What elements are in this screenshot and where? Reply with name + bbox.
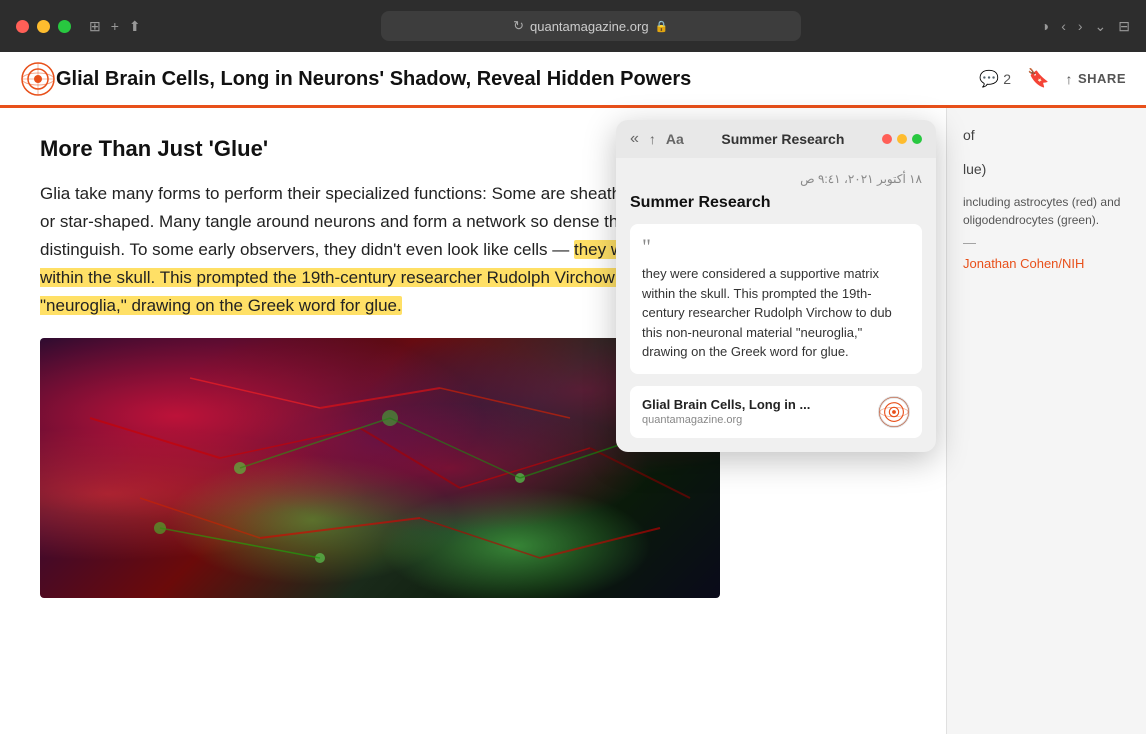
lock-icon: 🔒: [655, 20, 669, 33]
comment-badge[interactable]: 💬 2: [979, 69, 1011, 89]
close-button[interactable]: [16, 20, 29, 33]
popup-note-title: Summer Research: [630, 194, 922, 212]
right-panel: of lue) including astrocytes (red) and o…: [946, 108, 1146, 734]
quote-text: they were considered a supportive matrix…: [642, 264, 910, 362]
header-actions: 💬 2 🔖 ↑ SHARE: [979, 68, 1126, 89]
reading-list-popup: « ↑ Aa Summer Research ١٨ أكتوبر ٢٠٢١، ٩…: [616, 120, 936, 452]
privacy-icon[interactable]: ◑: [1041, 18, 1049, 34]
back-icon[interactable]: ‹: [1061, 18, 1066, 34]
forward-icon[interactable]: ›: [1078, 18, 1083, 34]
address-bar[interactable]: ↻ quantamagazine.org 🔒: [381, 11, 801, 41]
popup-source-url: quantamagazine.org: [642, 414, 868, 426]
popup-quote-card: " they were considered a supportive matr…: [630, 224, 922, 374]
share-button[interactable]: ↑ SHARE: [1065, 71, 1126, 87]
browser-nav-icons: ⊞ + ⬆: [89, 18, 141, 35]
popup-source-logo: [878, 396, 910, 428]
article-title: Glial Brain Cells, Long in Neurons' Shad…: [56, 67, 963, 91]
site-logo[interactable]: [20, 61, 56, 97]
tabs-icon[interactable]: ⊟: [1118, 18, 1130, 35]
comment-count: 2: [1003, 71, 1011, 87]
divider: —: [963, 235, 1130, 250]
new-tab-icon[interactable]: +: [111, 18, 119, 34]
popup-close-dot[interactable]: [882, 134, 892, 144]
popup-minimize-dot[interactable]: [897, 134, 907, 144]
quote-mark-icon: ": [642, 236, 910, 258]
popup-maximize-dot[interactable]: [912, 134, 922, 144]
popup-source-card[interactable]: Glial Brain Cells, Long in ... quantamag…: [630, 386, 922, 438]
popup-body: ١٨ أكتوبر ٢٠٢١، ٩:٤١ ص Summer Research "…: [616, 158, 936, 452]
popup-back-button[interactable]: «: [630, 130, 639, 148]
comment-icon: 💬: [979, 69, 999, 89]
popup-header: « ↑ Aa Summer Research: [616, 120, 936, 158]
maximize-button[interactable]: [58, 20, 71, 33]
url-text: quantamagazine.org: [530, 19, 649, 34]
share-icon[interactable]: ⬆: [129, 18, 141, 35]
share-label: SHARE: [1078, 71, 1126, 86]
popup-source-info: Glial Brain Cells, Long in ... quantamag…: [642, 397, 868, 426]
image-credit: Jonathan Cohen/NIH: [963, 256, 1130, 271]
browser-chrome: ⊞ + ⬆ ↻ quantamagazine.org 🔒 ◑ ‹ › ⌄ ⊟: [0, 0, 1146, 52]
bookmark-icon[interactable]: 🔖: [1027, 68, 1049, 89]
image-caption: including astrocytes (red) and oligodend…: [963, 193, 1130, 229]
main-content: More Than Just 'Glue' Glia take many for…: [0, 108, 1146, 734]
popup-font-icon[interactable]: Aa: [666, 131, 684, 147]
popup-date: ١٨ أكتوبر ٢٠٢١، ٩:٤١ ص: [630, 172, 922, 186]
right-panel-text-fragment-2: lue): [963, 158, 1130, 180]
article-header: Glial Brain Cells, Long in Neurons' Shad…: [0, 52, 1146, 108]
right-panel-text-fragment: of: [963, 124, 1130, 146]
share-arrow-icon: ↑: [1065, 71, 1073, 87]
popup-share-icon[interactable]: ↑: [649, 131, 656, 147]
popup-source-title: Glial Brain Cells, Long in ...: [642, 397, 868, 412]
grid-icon[interactable]: ⊞: [89, 18, 101, 35]
popup-title: Summer Research: [694, 131, 872, 147]
reload-icon[interactable]: ↻: [513, 18, 524, 34]
address-bar-container: ↻ quantamagazine.org 🔒: [153, 11, 1029, 41]
popup-window-controls: [882, 134, 922, 144]
traffic-lights: [16, 20, 71, 33]
minimize-button[interactable]: [37, 20, 50, 33]
dropdown-icon[interactable]: ⌄: [1095, 18, 1107, 35]
browser-right-icons: ◑ ‹ › ⌄ ⊟: [1041, 18, 1130, 35]
